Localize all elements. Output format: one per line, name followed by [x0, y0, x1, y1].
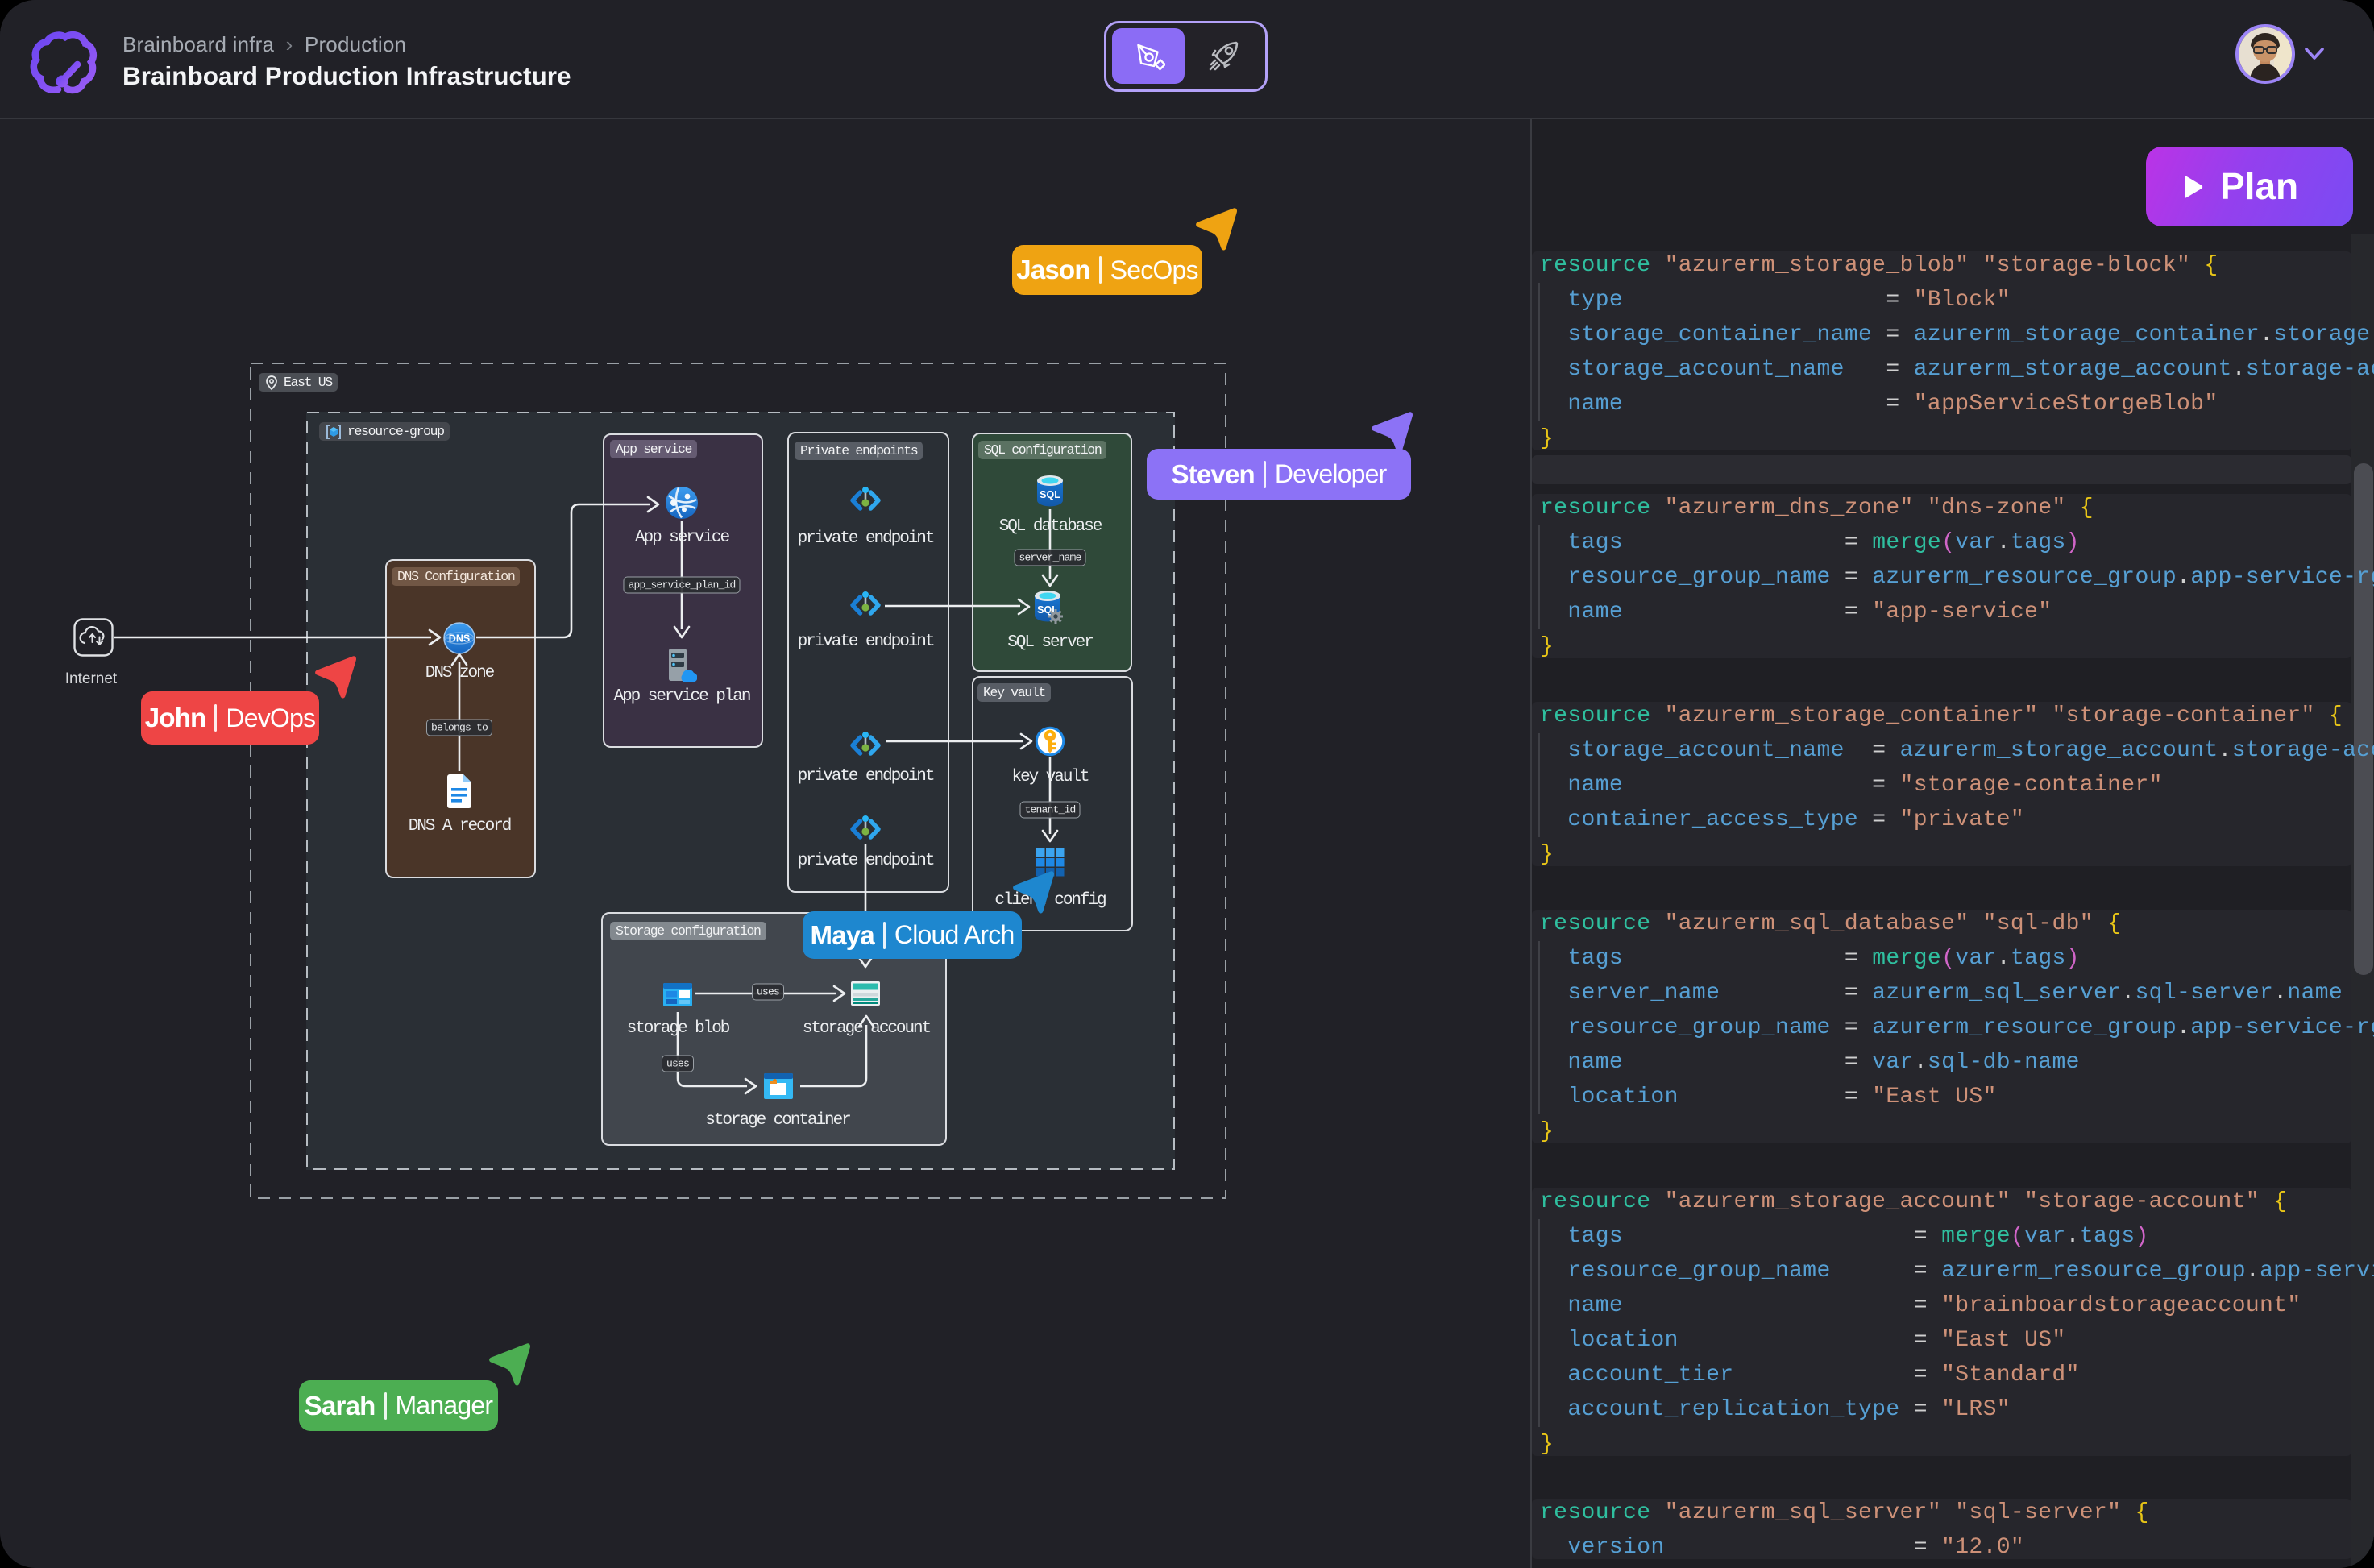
- svg-text:DNS: DNS: [449, 633, 470, 645]
- svg-text:SQL: SQL: [1040, 489, 1060, 500]
